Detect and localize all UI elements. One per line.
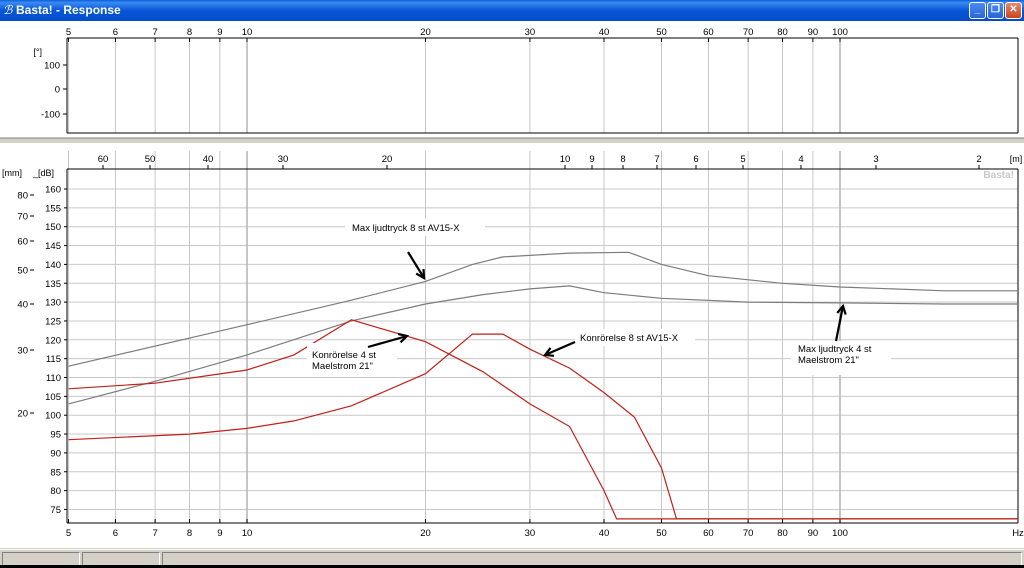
response-x-tick-label: 10 — [242, 528, 253, 539]
annotation-excursion-4-maelstrom-text: Konrörelse 4 st — [312, 350, 376, 361]
distance-tick-label: 2 — [976, 154, 981, 165]
phase-x-tick-label: 5 — [66, 27, 71, 38]
distance-tick-label: 4 — [798, 154, 803, 165]
response-chart[interactable]: 5 6 7 8 9 10 20 30 40 50 60 70 80 90 100[°]1000-1005 6 7… — [0, 21, 1024, 548]
db-tick-label: 110 — [46, 373, 61, 384]
phase-x-tick-label: 80 — [777, 27, 788, 38]
db-tick-label: 155 — [45, 203, 61, 214]
db-tick-label: 115 — [46, 354, 61, 365]
annotation-excursion-8-av15x-text: Konrörelse 8 st AV15-X — [580, 333, 679, 344]
distance-tick-label: 30 — [278, 154, 289, 165]
phase-x-tick-label: 8 — [187, 27, 192, 38]
phase-x-tick-label: 7 — [152, 27, 157, 38]
db-tick-label: 135 — [45, 279, 61, 290]
response-x-tick-label: 7 — [152, 528, 157, 539]
title-bar[interactable]: ℬ Basta! - Response _ ❐ ✕ — [0, 0, 1024, 21]
annotation-excursion-4-maelstrom-text: Maelstrom 21" — [312, 361, 373, 372]
phase-x-tick-label: 30 — [525, 27, 536, 38]
phase-panel-background — [0, 21, 1024, 138]
window-title: Basta! - Response — [16, 3, 121, 17]
response-x-tick-label: 9 — [217, 528, 222, 539]
distance-tick-label: 40 — [203, 154, 214, 165]
phase-y-tick-label: 100 — [44, 61, 60, 72]
mm-tick-label: 30 — [17, 346, 28, 357]
response-x-unit: Hz — [1012, 528, 1024, 539]
response-x-tick-label: 90 — [808, 528, 819, 539]
watermark-text: Basta! — [983, 170, 1014, 181]
phase-x-tick-label: 9 — [217, 27, 222, 38]
minimize-button[interactable]: _ — [969, 2, 986, 19]
response-x-tick-label: 60 — [703, 528, 714, 539]
response-x-tick-label: 8 — [187, 528, 192, 539]
distance-tick-label: 9 — [589, 154, 594, 165]
db-tick-label: 90 — [50, 448, 61, 459]
phase-x-tick-label: 6 — [113, 27, 118, 38]
db-tick-label: 95 — [50, 430, 61, 441]
db-tick-label: 140 — [45, 260, 61, 271]
distance-tick-label: 60 — [98, 154, 109, 165]
response-x-tick-label: 30 — [525, 528, 536, 539]
response-x-tick-label: 50 — [656, 528, 667, 539]
response-x-tick-label: 80 — [777, 528, 788, 539]
response-x-tick-label: 20 — [420, 528, 431, 539]
response-x-tick-label: 5 — [66, 528, 71, 539]
db-tick-label: 150 — [45, 222, 61, 233]
close-button[interactable]: ✕ — [1005, 2, 1022, 19]
panel-splitter — [0, 138, 1024, 143]
db-tick-label: 145 — [45, 241, 61, 252]
maximize-button[interactable]: ❐ — [987, 2, 1004, 19]
distance-tick-label: 7 — [654, 154, 659, 165]
response-x-tick-label: 40 — [599, 528, 610, 539]
mm-tick-label: 20 — [17, 409, 28, 420]
distance-tick-label: 50 — [145, 154, 156, 165]
distance-unit: [m] — [1010, 154, 1023, 164]
db-tick-label: 160 — [45, 185, 61, 196]
phase-y-tick-label: -100 — [41, 110, 60, 121]
db-tick-label: 130 — [45, 298, 61, 309]
basta-app-icon: ℬ — [3, 3, 13, 17]
db-tick-label: 105 — [45, 392, 61, 403]
db-tick-label: 75 — [50, 505, 61, 516]
phase-x-tick-label: 70 — [743, 27, 754, 38]
mm-tick-label: 50 — [17, 266, 28, 277]
distance-tick-label: 6 — [693, 154, 698, 165]
response-x-tick-label: 100 — [832, 528, 848, 539]
mm-tick-label: 70 — [17, 212, 28, 223]
annotation-max-spl-4-maelstrom-text: Maelstrom 21" — [798, 355, 859, 366]
db-tick-label: 80 — [50, 486, 61, 497]
response-x-tick-label: 70 — [743, 528, 754, 539]
db-tick-label: 85 — [50, 467, 61, 478]
mm-tick-label: 40 — [17, 300, 28, 311]
distance-tick-label: 8 — [620, 154, 625, 165]
phase-x-tick-label: 20 — [420, 27, 431, 38]
phase-x-tick-label: 60 — [703, 27, 714, 38]
db-tick-label: 125 — [45, 316, 61, 327]
phase-x-tick-label: 50 — [656, 27, 667, 38]
app-window: ℬ Basta! - Response _ ❐ ✕ 5 6 7 8 9 10 20 30 40 5… — [0, 0, 1024, 568]
response-x-tick-label: 6 — [113, 528, 118, 539]
distance-tick-label: 3 — [873, 154, 878, 165]
mm-tick-label: 80 — [17, 191, 28, 202]
distance-tick-label: 10 — [560, 154, 571, 165]
db-unit: _[dB] — [32, 168, 54, 178]
phase-x-tick-label: 10 — [242, 27, 253, 38]
mm-unit: [mm] — [2, 168, 22, 178]
distance-tick-label: 5 — [740, 154, 745, 165]
phase-x-tick-label: 100 — [832, 27, 848, 38]
distance-tick-label: 20 — [382, 154, 393, 165]
phase-y-tick-label: 0 — [55, 85, 60, 96]
phase-x-tick-label: 40 — [599, 27, 610, 38]
annotation-max-spl-8-av15x-text: Max ljudtryck 8 st AV15-X — [352, 223, 460, 234]
db-tick-label: 120 — [45, 335, 61, 346]
db-tick-label: 100 — [45, 411, 61, 422]
annotation-max-spl-4-maelstrom-text: Max ljudtryck 4 st — [798, 344, 872, 355]
phase-x-tick-label: 90 — [808, 27, 819, 38]
phase-y-unit: [°] — [33, 47, 42, 57]
mm-tick-label: 60 — [17, 237, 28, 248]
